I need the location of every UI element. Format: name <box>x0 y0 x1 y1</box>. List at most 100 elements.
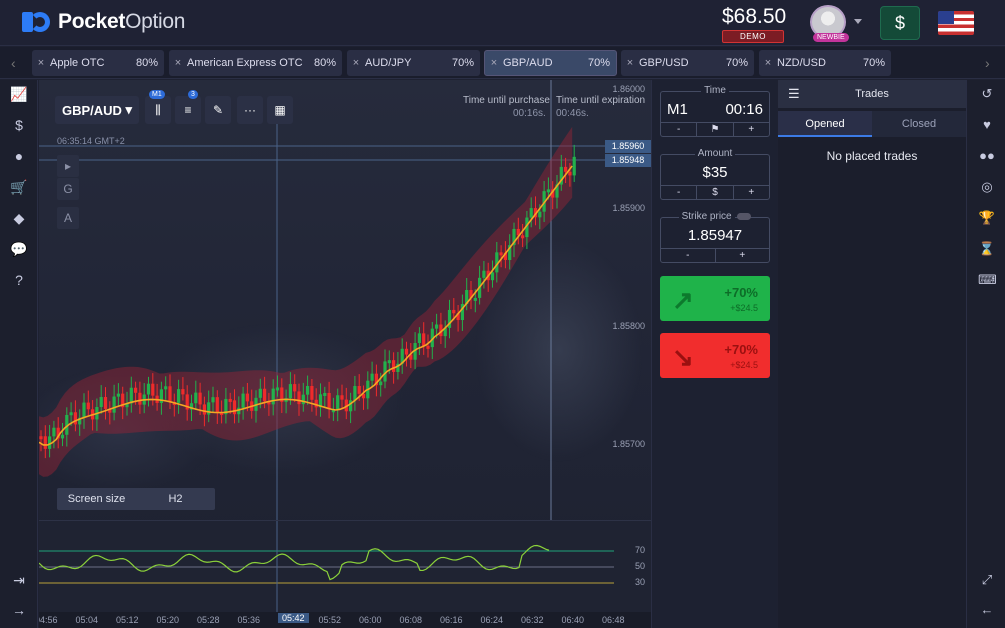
candle <box>422 333 426 346</box>
keyboard-icon[interactable]: ⌨ <box>978 272 997 290</box>
dollar-icon[interactable]: $ <box>10 117 28 135</box>
candle <box>293 384 297 392</box>
close-icon[interactable]: × <box>759 57 777 69</box>
candle <box>232 400 237 415</box>
time-minus-button[interactable]: - <box>661 123 698 136</box>
close-icon[interactable]: × <box>169 57 187 69</box>
screen-size-label: Screen size <box>67 493 126 505</box>
tab-american-express-otc[interactable]: × American Express OTC 80% <box>169 50 342 76</box>
flag-icon[interactable] <box>938 11 974 35</box>
trophy-icon[interactable]: 🏆 <box>978 210 996 228</box>
arrow-left-icon[interactable]: ← <box>978 602 996 620</box>
diamond-icon[interactable]: ◆ <box>10 210 28 228</box>
account-balance[interactable]: $68.50 DEMO <box>722 5 786 43</box>
history-icon[interactable]: ↺ <box>978 86 996 104</box>
tab-nzd-usd[interactable]: × NZD/USD 70% <box>759 50 891 76</box>
amount-currency-button[interactable]: $ <box>697 186 734 199</box>
close-icon[interactable]: × <box>621 57 639 69</box>
price-tag-upper: 1.85960 <box>605 140 651 153</box>
screen-size-control[interactable]: Screen size H2 <box>57 488 215 510</box>
tab-opened[interactable]: Opened <box>778 111 872 137</box>
close-icon[interactable]: × <box>32 57 50 69</box>
chart-icon[interactable]: 📈 <box>10 86 28 104</box>
price-chart[interactable]: GBP/AUD ▾ ⫼ M1 ≡ 3 ✎ ··· ▦ 06:35:14 GMT+2 … <box>39 80 651 628</box>
help-icon[interactable]: ? <box>10 272 28 290</box>
toggle-icon[interactable] <box>737 212 752 220</box>
x-tick: 05:04 <box>75 615 99 625</box>
timeframe-badge: M1 <box>149 90 165 99</box>
candle-type-button[interactable]: ⫼ M1 <box>145 90 171 124</box>
sell-down-button[interactable]: ↘ +70% +$24.5 <box>660 333 770 378</box>
purchase-time-value: 00:16s. <box>513 108 546 119</box>
chat-icon[interactable]: 💬 <box>10 241 28 259</box>
osc-tick: 50 <box>634 561 645 571</box>
right-sidebar: ↺ ♥ ●● ◎ 🏆 ⌛ ⌨ ⤢ ← <box>966 80 1005 628</box>
tool-g[interactable]: G <box>57 178 79 200</box>
down-payout: +70% <box>724 342 758 357</box>
user-icon[interactable]: ● <box>10 148 28 166</box>
candle <box>288 384 292 399</box>
heart-pulse-icon[interactable]: ♥ <box>978 117 996 135</box>
close-icon[interactable]: × <box>347 57 365 69</box>
tab-closed[interactable]: Closed <box>872 111 966 137</box>
tab-gbp-usd[interactable]: × GBP/USD 70% <box>621 50 754 76</box>
amount-minus-button[interactable]: - <box>661 186 698 199</box>
candle <box>435 324 439 329</box>
tab-aud-jpy[interactable]: × AUD/JPY 70% <box>347 50 480 76</box>
cart-icon[interactable]: 🛒 <box>10 179 28 197</box>
candle <box>482 270 486 278</box>
tab-apple-otc[interactable]: × Apple OTC 80% <box>32 50 164 76</box>
chevron-right-icon[interactable]: › <box>985 55 990 71</box>
close-icon[interactable]: × <box>485 57 503 69</box>
chevron-left-icon[interactable]: ‹ <box>11 55 16 71</box>
tool-a[interactable]: A <box>57 207 79 229</box>
candle <box>379 381 383 386</box>
logout-icon[interactable]: ⇥ <box>10 572 28 590</box>
fullscreen-icon[interactable]: ⤢ <box>978 572 996 590</box>
chevron-down-icon[interactable] <box>854 19 862 24</box>
layout-button[interactable]: ▦ <box>267 96 293 124</box>
avatar[interactable]: NEWBIE <box>810 5 850 42</box>
y-tick: 1.85900 <box>612 203 645 213</box>
strike-plus-button[interactable]: + <box>716 249 770 262</box>
candle <box>336 395 340 410</box>
hourglass-icon[interactable]: ⌛ <box>978 241 996 259</box>
buy-up-button[interactable]: ↗ +70% +$24.5 <box>660 276 770 321</box>
price-tag-lower: 1.85948 <box>605 154 651 167</box>
target-icon[interactable]: ◎ <box>978 179 996 197</box>
strike-minus-button[interactable]: - <box>661 249 716 262</box>
up-payout: +70% <box>724 285 758 300</box>
candle <box>245 393 249 402</box>
deposit-button[interactable]: $ <box>880 6 920 40</box>
users-icon[interactable]: ●● <box>978 148 996 166</box>
candle <box>129 387 133 404</box>
time-value[interactable]: 00:16 <box>725 101 763 118</box>
balance-amount: $68.50 <box>722 5 787 28</box>
asset-selector-button[interactable]: GBP/AUD ▾ <box>55 96 139 124</box>
candle <box>340 395 344 400</box>
screen-size-value[interactable]: H2 <box>136 493 215 505</box>
candle <box>529 208 533 218</box>
x-tick: 06:24 <box>480 615 504 625</box>
logo[interactable]: PocketOption <box>22 10 185 34</box>
indicators-button[interactable]: ≡ 3 <box>175 90 201 124</box>
candle <box>211 397 215 403</box>
amount-plus-button[interactable]: + <box>734 186 769 199</box>
flag-icon[interactable]: ⚑ <box>697 123 734 136</box>
time-plus-button[interactable]: + <box>734 123 769 136</box>
amount-title: Amount <box>694 148 736 159</box>
more-button[interactable]: ··· <box>237 96 263 124</box>
candle <box>112 396 116 413</box>
candle <box>327 392 331 410</box>
candlestick-chart <box>39 80 605 520</box>
arrow-right-icon[interactable]: → <box>10 602 28 620</box>
time-timeframe[interactable]: M1 <box>667 101 688 118</box>
grid-icon: ▦ <box>274 103 286 117</box>
y-tick: 1.86000 <box>612 84 645 94</box>
drawing-tools-button[interactable]: ✎ <box>205 96 231 124</box>
candle <box>198 392 202 405</box>
trades-tabs: Opened Closed <box>778 111 966 137</box>
candle <box>387 360 391 364</box>
tab-gbp-aud[interactable]: × GBP/AUD 70% <box>484 50 617 76</box>
expand-icon[interactable]: ▸ <box>57 155 79 177</box>
